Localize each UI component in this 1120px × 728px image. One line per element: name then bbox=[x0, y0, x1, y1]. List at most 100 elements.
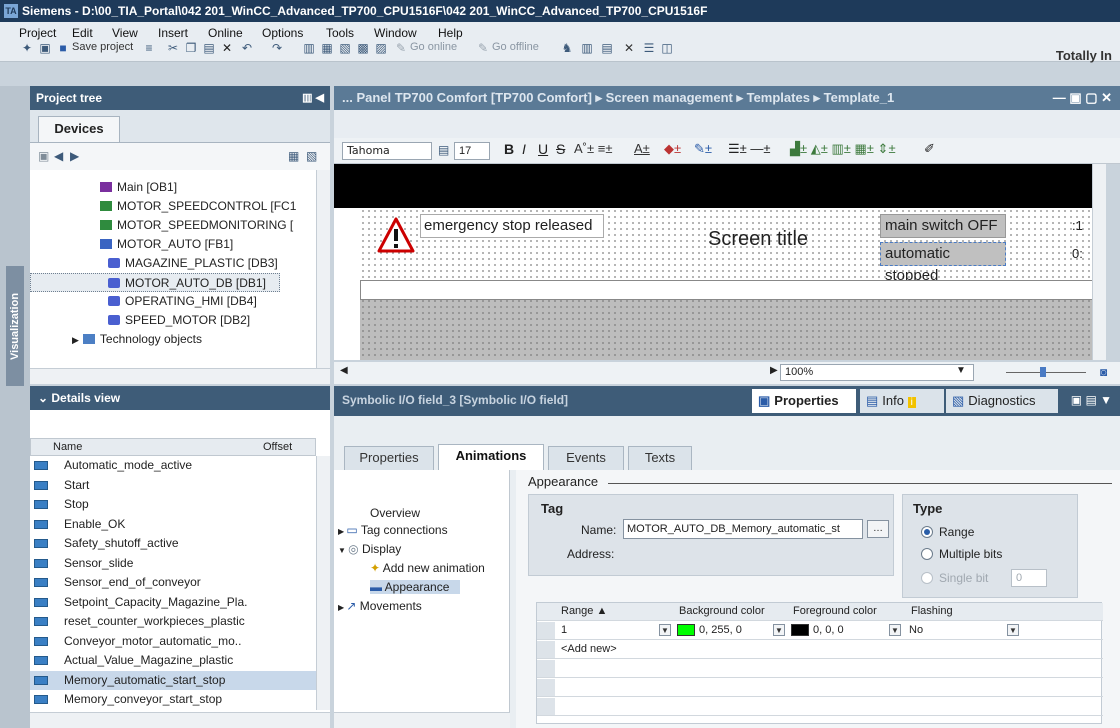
col-foreground-color[interactable]: Foreground color bbox=[793, 605, 877, 617]
details-row[interactable]: reset_counter_workpieces_plastic bbox=[30, 612, 316, 631]
back-icon[interactable]: ◀ bbox=[54, 149, 63, 163]
visualization-tab[interactable]: Visualization bbox=[6, 266, 24, 386]
collapse-arrow-icon[interactable]: ⌄ bbox=[38, 391, 51, 405]
zoom-dropdown-icon[interactable]: ▼ bbox=[956, 365, 966, 376]
overview-icon[interactable]: ▦ bbox=[288, 149, 299, 163]
font-family-field[interactable]: Tahoma bbox=[342, 142, 432, 160]
cell-range[interactable]: 1 bbox=[561, 624, 567, 636]
collapse-pane-icon[interactable]: ▥ ◀ bbox=[302, 86, 324, 110]
details-row[interactable]: Memory_automatic_start_stop bbox=[30, 670, 316, 690]
details-row[interactable]: Stop bbox=[30, 495, 316, 514]
redo-icon[interactable]: ↷ bbox=[270, 41, 284, 55]
menu-project[interactable]: Project bbox=[19, 26, 56, 40]
emergency-status-field[interactable]: emergency stop released bbox=[420, 214, 604, 238]
close-editor-icon[interactable]: ✕ bbox=[622, 41, 636, 55]
zoom-fit-icon[interactable]: ◙ bbox=[1100, 365, 1107, 379]
save-icon[interactable]: ■ bbox=[56, 41, 70, 55]
zoom-slider-handle[interactable] bbox=[1040, 367, 1046, 377]
nav-display[interactable]: ▼ ◎ Display bbox=[338, 542, 401, 556]
strikethrough-icon[interactable]: S bbox=[556, 141, 565, 157]
col-flashing[interactable]: Flashing bbox=[911, 605, 953, 617]
upload-icon[interactable]: ▧ bbox=[338, 41, 352, 55]
single-bit-field[interactable]: 0 bbox=[1011, 569, 1047, 587]
tree-item-technology-objects[interactable]: ▶ Technology objects bbox=[72, 330, 202, 349]
warning-icon[interactable] bbox=[376, 216, 416, 254]
grid-add-new-row[interactable]: <Add new> bbox=[537, 641, 1103, 659]
compare-icon[interactable]: ▤ bbox=[600, 41, 614, 55]
align-icon[interactable]: ▟± ◭± ▥± ▦± ⇕± bbox=[790, 141, 896, 157]
tab-events[interactable]: Events bbox=[548, 446, 624, 470]
foreground-color-swatch[interactable] bbox=[791, 624, 809, 636]
cell-flashing[interactable]: No bbox=[909, 624, 923, 636]
menu-edit[interactable]: Edit bbox=[72, 26, 93, 40]
tree-item-magazine-plastic[interactable]: MAGAZINE_PLASTIC [DB3] bbox=[108, 254, 278, 273]
tree-item-motor-auto[interactable]: MOTOR_AUTO [FB1] bbox=[100, 235, 233, 254]
screen-canvas[interactable]: emergency stop released Screen title mai… bbox=[334, 164, 1106, 360]
bg-dropdown-icon[interactable]: ▼ bbox=[773, 624, 785, 636]
details-view-header[interactable]: ⌄ Details view bbox=[30, 386, 330, 410]
col-background-color[interactable]: Background color bbox=[679, 605, 765, 617]
underline-icon[interactable]: U bbox=[538, 141, 548, 157]
canvas-vscrollbar[interactable] bbox=[1092, 164, 1106, 360]
split-vertical-icon[interactable]: ◫ bbox=[660, 41, 674, 55]
save-project-button[interactable]: Save project bbox=[72, 41, 133, 53]
split-horizontal-icon[interactable]: ☰ bbox=[642, 41, 656, 55]
project-tree-scrollbar[interactable] bbox=[316, 170, 330, 370]
fill-color-icon[interactable]: ◆± bbox=[664, 141, 681, 157]
fg-dropdown-icon[interactable]: ▼ bbox=[889, 624, 901, 636]
details-row[interactable]: Sensor_end_of_conveyor bbox=[30, 573, 316, 592]
undo-icon[interactable]: ↶ bbox=[240, 41, 254, 55]
menu-online[interactable]: Online bbox=[208, 26, 243, 40]
tree-item-motor-speedmonitoring[interactable]: MOTOR_SPEEDMONITORING [ bbox=[100, 216, 293, 235]
screen-title[interactable]: Screen title bbox=[708, 228, 808, 251]
scroll-right-icon[interactable]: ▶ bbox=[770, 365, 778, 376]
column-offset[interactable]: Offset bbox=[263, 439, 292, 455]
radio-range[interactable]: Range bbox=[921, 525, 974, 539]
cell-background-color[interactable]: 0, 255, 0 bbox=[699, 624, 742, 636]
tab-properties[interactable]: Properties bbox=[344, 446, 434, 470]
simulation-icon[interactable]: ▩ bbox=[356, 41, 370, 55]
scroll-left-icon[interactable]: ◀ bbox=[340, 365, 348, 376]
nav-appearance[interactable]: ▬ Appearance bbox=[370, 580, 460, 594]
menu-tools[interactable]: Tools bbox=[326, 26, 354, 40]
details-row[interactable]: Safety_shutoff_active bbox=[30, 534, 316, 553]
breadcrumb[interactable]: ... Panel TP700 Comfort [TP700 Comfort] … bbox=[342, 90, 894, 105]
details-row[interactable]: Memory_conveyor_start_stop bbox=[30, 690, 316, 709]
tab-animations[interactable]: Animations bbox=[438, 444, 544, 470]
show-details-icon[interactable]: ▧ bbox=[306, 149, 317, 163]
go-offline-icon[interactable]: ✎ bbox=[476, 41, 490, 55]
radio-multiple-bits[interactable]: Multiple bits bbox=[921, 547, 1002, 561]
row-selector[interactable] bbox=[537, 698, 555, 715]
col-range[interactable]: Range ▲ bbox=[561, 605, 607, 617]
format-painter-icon[interactable]: ✐ bbox=[924, 141, 935, 157]
row-selector[interactable] bbox=[537, 622, 555, 639]
nav-movements[interactable]: ▶ ↗ Movements bbox=[338, 599, 422, 613]
grid-row-1[interactable]: 1 ▼ 0, 255, 0 ▼ 0, 0, 0 ▼ No ▼ bbox=[537, 622, 1103, 640]
radio-single-bit[interactable]: Single bit bbox=[921, 571, 988, 585]
automatic-status-field[interactable]: automatic stopped bbox=[880, 242, 1006, 284]
details-row[interactable]: Enable_OK bbox=[30, 515, 316, 534]
main-switch-field[interactable]: main switch OFF bbox=[880, 214, 1006, 238]
inspector-window-icon[interactable]: ▣ ▤ ▼ bbox=[1071, 393, 1112, 407]
print-icon[interactable]: ≡ bbox=[142, 41, 156, 55]
copy-icon[interactable]: ❐ bbox=[184, 41, 198, 55]
details-row[interactable]: Setpoint_Capacity_Magazine_Pla. bbox=[30, 593, 316, 612]
row-selector[interactable] bbox=[537, 679, 555, 696]
nav-tag-connections[interactable]: ▶ ▭ Tag connections bbox=[338, 523, 448, 537]
row-selector[interactable] bbox=[537, 660, 555, 677]
details-row[interactable]: Sensor_slide bbox=[30, 554, 316, 573]
font-picker-icon[interactable]: ▤ bbox=[438, 143, 449, 157]
column-name[interactable]: Name bbox=[53, 439, 82, 455]
menu-view[interactable]: View bbox=[112, 26, 138, 40]
line-color-icon[interactable]: ✎± bbox=[694, 141, 712, 157]
italic-icon[interactable]: I bbox=[522, 141, 526, 157]
open-project-icon[interactable]: ▣ bbox=[38, 41, 52, 55]
tag-browse-button[interactable]: … bbox=[867, 520, 889, 538]
font-format-icon[interactable]: A˚± ≡± bbox=[574, 141, 612, 156]
cross-reference-icon[interactable]: ▥ bbox=[580, 41, 594, 55]
forward-icon[interactable]: ▶ bbox=[70, 149, 79, 163]
compile-icon[interactable]: ▥ bbox=[302, 41, 316, 55]
expand-arrow-icon[interactable]: ▶ bbox=[72, 335, 79, 345]
nav-add-animation[interactable]: ✦ Add new animation bbox=[370, 561, 485, 575]
delete-icon[interactable]: ✕ bbox=[220, 41, 234, 55]
